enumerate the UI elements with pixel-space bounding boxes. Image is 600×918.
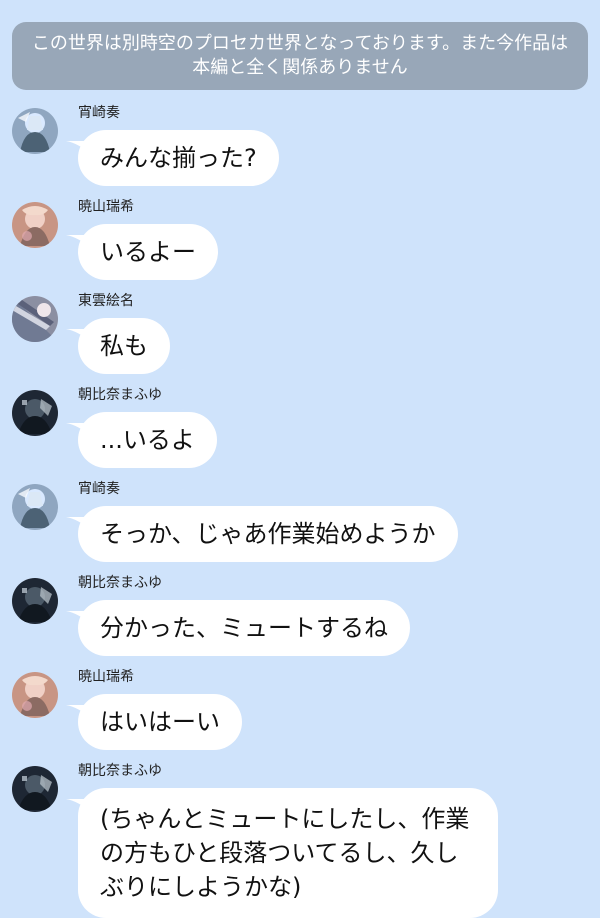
message-sender-name: 宵崎奏 [78, 105, 120, 121]
avatar-mizuki[interactable] [12, 672, 58, 718]
message-bubble: みんな揃った? [78, 130, 279, 186]
message-text: 分かった、ミュートするね [100, 614, 388, 642]
system-notice: この世界は別時空のプロセカ世界となっております。また今作品は本編と全く関係ありま… [12, 22, 588, 90]
chat-screen: この世界は別時空のプロセカ世界となっております。また今作品は本編と全く関係ありま… [0, 0, 600, 918]
message-sender-name: 東雲絵名 [78, 293, 134, 309]
message-bubble: ...いるよ [78, 412, 217, 468]
message-sender-name: 暁山瑞希 [78, 199, 134, 215]
message-sender-name: 朝比奈まふゆ [78, 575, 162, 591]
message-text: いるよー [100, 238, 196, 266]
avatar-mafuyu[interactable] [12, 766, 58, 812]
message-text: (ちゃんとミュートにしたし、作業の方もひと段落ついてるし、久しぶりにしようかな) [100, 805, 470, 901]
message-bubble: いるよー [78, 224, 218, 280]
message-text: そっか、じゃあ作業始めようか [100, 520, 436, 548]
message-sender-name: 朝比奈まふゆ [78, 763, 162, 779]
message-bubble: 分かった、ミュートするね [78, 600, 410, 656]
avatar-mafuyu[interactable] [12, 578, 58, 624]
avatar-kanade[interactable] [12, 108, 58, 154]
message-text: はいはーい [100, 708, 220, 736]
avatar-ena[interactable] [12, 296, 58, 342]
message-bubble: 私も [78, 318, 170, 374]
avatar-kanade[interactable] [12, 484, 58, 530]
message-bubble: はいはーい [78, 694, 242, 750]
message-text: 私も [100, 332, 148, 360]
message-text: ...いるよ [100, 426, 195, 454]
message-text: みんな揃った? [100, 144, 257, 172]
message-sender-name: 暁山瑞希 [78, 669, 134, 685]
system-notice-text: この世界は別時空のプロセカ世界となっております。また今作品は本編と全く関係ありま… [31, 33, 569, 78]
message-sender-name: 宵崎奏 [78, 481, 120, 497]
message-bubble: そっか、じゃあ作業始めようか [78, 506, 458, 562]
message-bubble: (ちゃんとミュートにしたし、作業の方もひと段落ついてるし、久しぶりにしようかな) [78, 788, 498, 918]
avatar-mizuki[interactable] [12, 202, 58, 248]
message-sender-name: 朝比奈まふゆ [78, 387, 162, 403]
avatar-mafuyu[interactable] [12, 390, 58, 436]
